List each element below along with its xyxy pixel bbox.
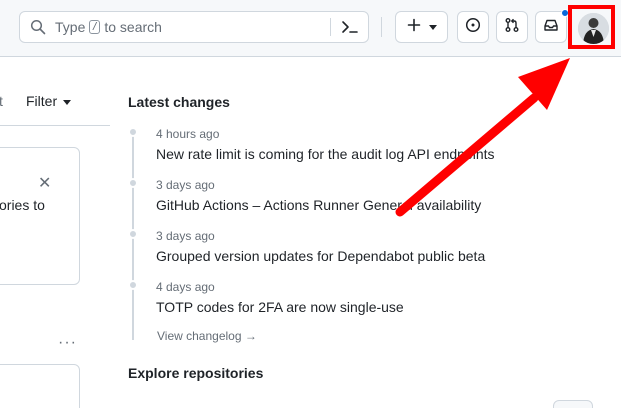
entry-title-link[interactable]: Grouped version updates for Dependabot p… [156,248,485,264]
issues-button[interactable] [457,11,489,43]
entry-title-link[interactable]: GitHub Actions – Actions Runner General … [156,197,481,213]
search-icon [30,19,46,35]
truncated-label: t [0,93,3,109]
create-new-button[interactable] [395,11,448,43]
timeline-dot [128,280,138,290]
entry-time: 3 days ago [156,178,215,192]
timeline-dot [128,127,138,137]
search-placeholder-suffix: to search [104,19,162,35]
close-icon[interactable]: ✕ [38,176,51,192]
card-text: ories to [0,197,45,213]
command-palette-icon[interactable] [340,18,360,41]
entry-time: 4 days ago [156,280,215,294]
left-divider [0,125,110,126]
more-options-icon[interactable]: ··· [58,334,77,352]
explore-repositories-heading: Explore repositories [128,365,264,381]
search-input[interactable]: Type / to search [19,11,369,43]
triangle-down-icon [63,93,72,109]
entry-time: 4 hours ago [156,127,220,141]
dismissible-card: ✕ ories to [0,147,80,285]
search-placeholder-prefix: Type [55,19,86,35]
entry-title-link[interactable]: New rate limit is coming for the audit l… [156,146,495,162]
inbox-icon [543,17,559,38]
latest-changes-heading: Latest changes [128,94,230,110]
header-separator [381,17,382,37]
view-changelog-link[interactable]: View changelog → [157,329,257,343]
explore-action-button[interactable] [553,400,593,408]
user-avatar[interactable] [578,13,609,44]
entry-title-link[interactable]: TOTP codes for 2FA are now single-use [156,299,404,315]
repositories-filter-bar: t Filter [0,87,110,117]
search-divider [330,18,331,36]
github-dashboard: Type / to search t Filter ✕ ories to ···… [0,0,621,408]
plus-icon [407,18,421,37]
issue-opened-icon [465,17,481,38]
filter-dropdown[interactable]: Filter [26,93,72,109]
timeline-dot [128,178,138,188]
triangle-down-icon [428,18,437,36]
timeline-dot [128,229,138,239]
git-pull-request-icon [504,17,520,38]
entry-time: 3 days ago [156,229,215,243]
search-placeholder: Type / to search [55,19,162,35]
left-card-lower [0,364,80,408]
filter-label: Filter [26,93,58,109]
global-header: Type / to search [0,0,621,57]
pull-requests-button[interactable] [496,11,528,43]
slash-key-hint: / [89,20,101,34]
